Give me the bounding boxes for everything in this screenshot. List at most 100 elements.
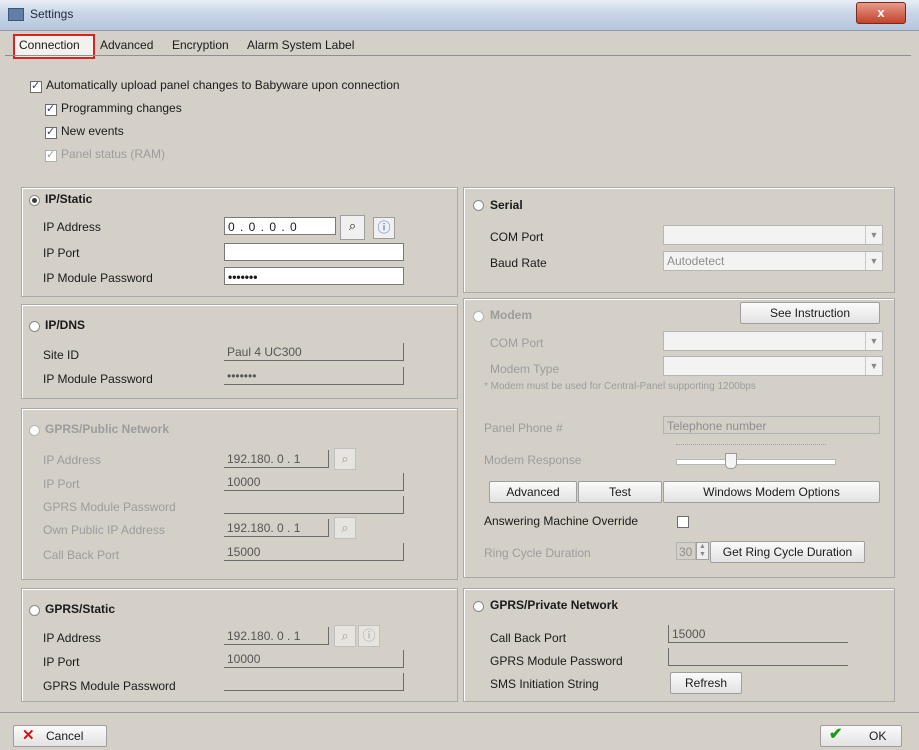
- ip-port-field[interactable]: [224, 243, 404, 261]
- windows-modem-options-button[interactable]: Windows Modem Options: [663, 481, 880, 503]
- ip-address-label: IP Address: [43, 220, 101, 234]
- private-password-label: GPRS Module Password: [490, 654, 623, 668]
- gprs-password-label: GPRS Module Password: [43, 500, 176, 514]
- refresh-button[interactable]: Refresh: [670, 672, 742, 694]
- sms-initiation-label: SMS Initiation String: [490, 677, 599, 691]
- private-callback-field[interactable]: 15000: [668, 625, 848, 643]
- search-icon: ⌕: [348, 218, 357, 233]
- gprs-static-radio[interactable]: [29, 605, 40, 616]
- tab-alarm-system-label[interactable]: Alarm System Label: [243, 36, 358, 55]
- gprs-static-password-label: GPRS Module Password: [43, 679, 176, 693]
- site-id-field[interactable]: Paul 4 UC300: [224, 343, 404, 361]
- serial-com-port-select[interactable]: ▼: [663, 225, 883, 245]
- ok-button[interactable]: ✔ OK: [820, 725, 902, 747]
- gprs-ip-label: IP Address: [43, 453, 101, 467]
- chevron-down-icon: ▼: [865, 357, 882, 375]
- modem-radio[interactable]: [473, 311, 484, 322]
- gprs-port-field[interactable]: 10000: [224, 473, 404, 491]
- ip-dns-title: IP/DNS: [45, 318, 86, 332]
- info-icon: ⓘ: [362, 628, 376, 643]
- gprs-static-password-field[interactable]: [224, 673, 404, 691]
- ip-module-password-field[interactable]: •••••••: [224, 267, 404, 285]
- ring-cycle-spinner[interactable]: ▲ ▼: [696, 542, 709, 560]
- ok-label: OK: [869, 729, 887, 743]
- modem-test-button[interactable]: Test: [578, 481, 662, 503]
- baud-rate-select[interactable]: Autodetect ▼: [663, 251, 883, 271]
- modem-response-ticks: [676, 444, 826, 451]
- gprs-static-info-button[interactable]: ⓘ: [358, 625, 380, 647]
- get-ring-cycle-button[interactable]: Get Ring Cycle Duration: [710, 541, 865, 563]
- title-bar: Settings x: [0, 0, 919, 31]
- modem-type-select[interactable]: ▼: [663, 356, 883, 376]
- gprs-static-port-label: IP Port: [43, 655, 80, 669]
- search-icon: ⌕: [341, 451, 349, 466]
- panel-status-label: Panel status (RAM): [61, 147, 166, 161]
- gprs-search-button[interactable]: ⌕: [334, 448, 356, 470]
- tab-advanced[interactable]: Advanced: [96, 36, 157, 55]
- search-icon: ⌕: [341, 520, 349, 535]
- callback-port-label: Call Back Port: [43, 548, 120, 562]
- modem-advanced-button[interactable]: Advanced: [489, 481, 577, 503]
- private-password-field[interactable]: [668, 648, 848, 666]
- dns-password-field[interactable]: •••••••: [224, 367, 404, 385]
- gprs-public-title: GPRS/Public Network: [45, 422, 170, 436]
- gprs-static-ip-label: IP Address: [43, 631, 101, 645]
- modem-com-port-select[interactable]: ▼: [663, 331, 883, 351]
- gprs-private-radio[interactable]: [473, 601, 484, 612]
- chevron-down-icon: ▼: [865, 226, 882, 244]
- modem-title: Modem: [490, 308, 532, 322]
- panel-phone-placeholder: Telephone number: [667, 419, 767, 433]
- see-instruction-button[interactable]: See Instruction: [740, 302, 880, 324]
- modem-note: * Modem must be used for Central-Panel s…: [484, 381, 756, 392]
- gprs-static-port-field[interactable]: 10000: [224, 650, 404, 668]
- close-icon: ✕: [22, 727, 35, 744]
- serial-radio[interactable]: [473, 200, 484, 211]
- search-ip-button[interactable]: ⌕: [340, 215, 365, 240]
- info-icon: ⓘ: [377, 220, 391, 235]
- cancel-button[interactable]: ✕ Cancel: [13, 725, 107, 747]
- ring-cycle-field[interactable]: 30: [676, 542, 696, 560]
- gprs-public-radio[interactable]: [29, 425, 40, 436]
- gprs-ip-field[interactable]: 192.180. 0 . 1: [224, 450, 329, 468]
- cancel-label: Cancel: [46, 729, 84, 743]
- auto-upload-checkbox[interactable]: [30, 79, 42, 93]
- private-callback-label: Call Back Port: [490, 631, 567, 645]
- ip-static-radio[interactable]: [29, 195, 40, 206]
- ring-cycle-label: Ring Cycle Duration: [484, 546, 591, 560]
- auto-upload-label: Automatically upload panel changes to Ba…: [46, 78, 400, 92]
- own-ip-field[interactable]: 192.180. 0 . 1: [224, 519, 329, 537]
- baud-rate-label: Baud Rate: [490, 256, 547, 270]
- own-ip-search-button[interactable]: ⌕: [334, 517, 356, 539]
- gprs-static-ip-field[interactable]: 192.180. 0 . 1: [224, 627, 329, 645]
- footer-divider: [0, 712, 919, 713]
- programming-changes-checkbox[interactable]: [45, 102, 57, 116]
- gprs-static-search-button[interactable]: ⌕: [334, 625, 356, 647]
- ip-port-label: IP Port: [43, 246, 80, 260]
- chevron-down-icon: ▼: [865, 252, 882, 270]
- serial-title: Serial: [490, 198, 523, 212]
- tab-encryption[interactable]: Encryption: [168, 36, 233, 55]
- panel-status-checkbox[interactable]: [45, 148, 57, 162]
- callback-port-field[interactable]: 15000: [224, 543, 404, 561]
- modem-response-thumb[interactable]: [725, 453, 737, 469]
- site-id-label: Site ID: [43, 348, 80, 362]
- ip-static-title: IP/Static: [45, 192, 93, 206]
- ip-dns-radio[interactable]: [29, 321, 40, 332]
- baud-rate-value: Autodetect: [667, 254, 725, 268]
- close-button[interactable]: x: [856, 2, 906, 24]
- serial-com-port-label: COM Port: [490, 230, 544, 244]
- modem-type-label: Modem Type: [490, 362, 560, 376]
- own-ip-label: Own Public IP Address: [43, 523, 165, 537]
- info-button[interactable]: ⓘ: [373, 217, 395, 239]
- gprs-private-title: GPRS/Private Network: [490, 598, 619, 612]
- answering-machine-override-checkbox[interactable]: [677, 516, 689, 528]
- ip-module-password-label: IP Module Password: [43, 271, 153, 285]
- search-icon: ⌕: [341, 628, 349, 643]
- modem-response-slider[interactable]: [676, 459, 836, 465]
- new-events-checkbox[interactable]: [45, 125, 57, 139]
- gprs-password-field[interactable]: [224, 496, 404, 514]
- modem-com-port-label: COM Port: [490, 336, 544, 350]
- ip-address-field[interactable]: 0 . 0 . 0 . 0: [224, 217, 336, 235]
- panel-phone-field[interactable]: Telephone number: [663, 416, 880, 434]
- window-title: Settings: [30, 7, 74, 21]
